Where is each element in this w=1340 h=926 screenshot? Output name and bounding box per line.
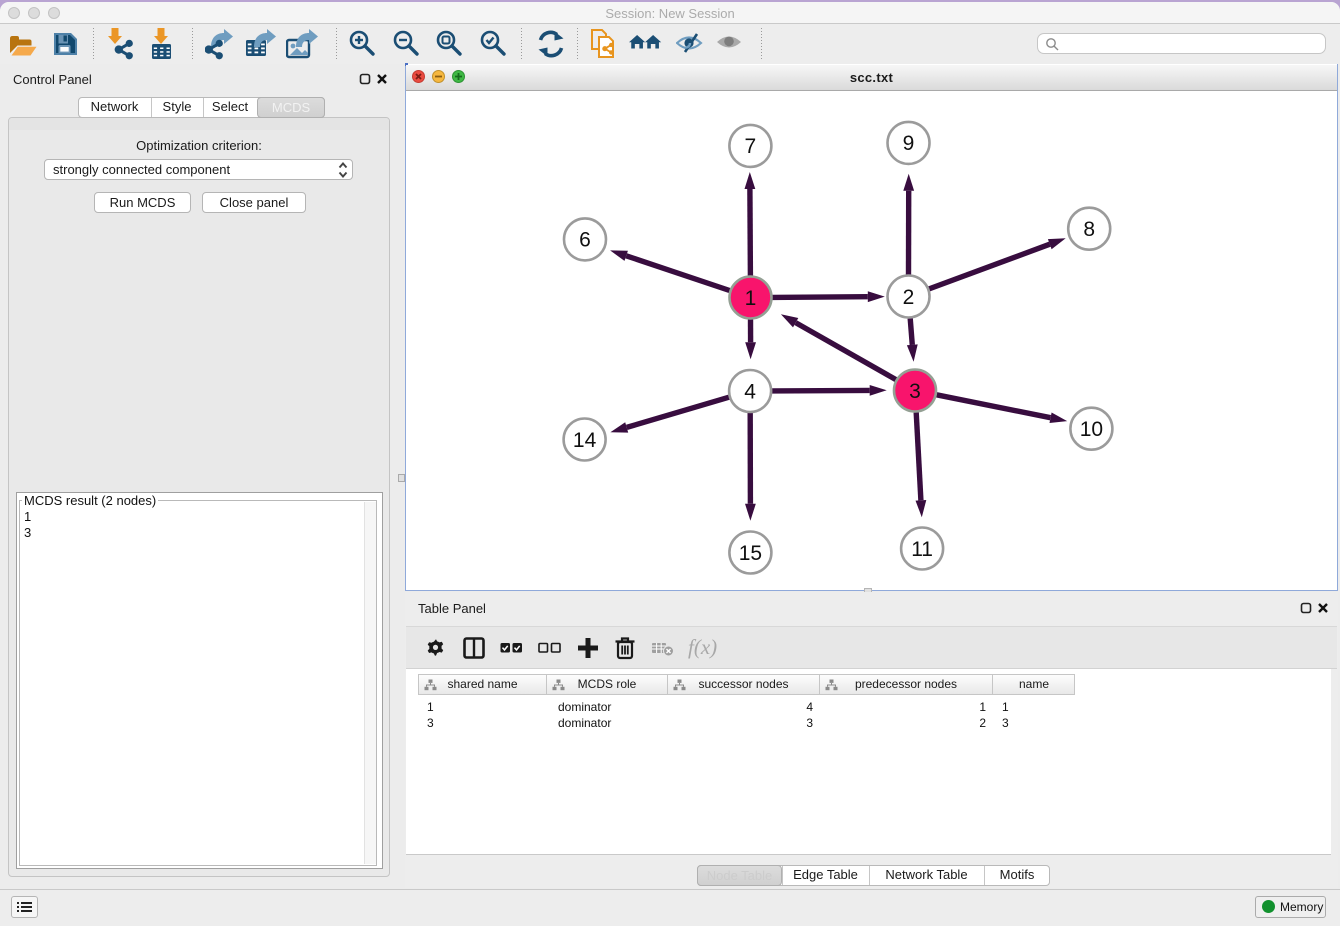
svg-text:1: 1: [745, 287, 757, 310]
svg-text:2: 2: [903, 286, 915, 309]
svg-text:7: 7: [745, 135, 757, 158]
svg-text:15: 15: [739, 542, 762, 565]
svg-text:9: 9: [903, 132, 915, 155]
svg-text:10: 10: [1080, 418, 1103, 441]
svg-text:11: 11: [911, 538, 933, 561]
svg-text:4: 4: [744, 380, 756, 403]
svg-text:8: 8: [1083, 218, 1095, 241]
svg-text:3: 3: [909, 380, 921, 403]
svg-text:14: 14: [573, 429, 597, 452]
svg-text:6: 6: [579, 229, 591, 252]
